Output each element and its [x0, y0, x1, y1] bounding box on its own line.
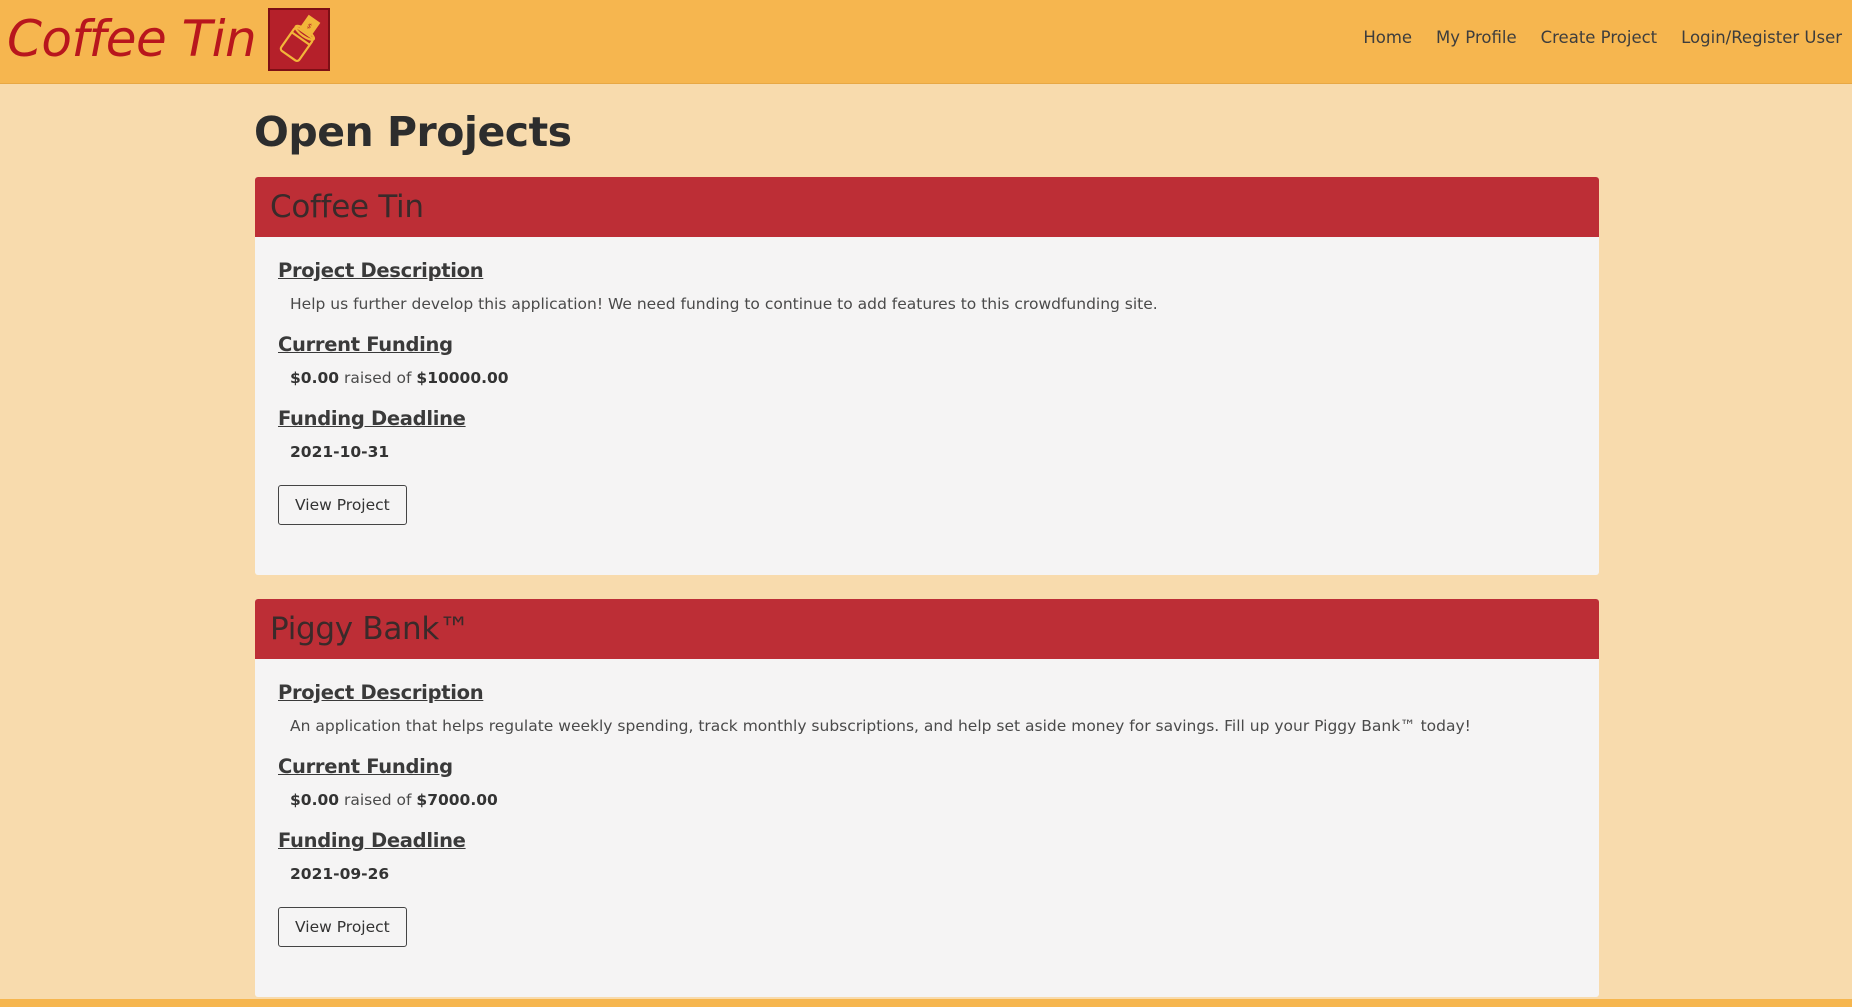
brand-link[interactable]: Coffee Tin $ — [7, 6, 331, 72]
project-title: Piggy Bank™ — [270, 611, 470, 647]
view-project-button[interactable]: View Project — [278, 485, 407, 525]
funding-raised-amount: $0.00 — [290, 369, 340, 387]
funding-goal-amount: $10000.00 — [416, 369, 509, 387]
funding-raised-of-text: raised of — [343, 369, 412, 387]
funding-deadline-date: 2021-09-26 — [290, 865, 390, 883]
funding-goal-amount: $7000.00 — [416, 791, 498, 809]
project-card-body: Project Description Help us further deve… — [255, 237, 1599, 547]
project-description-text: Help us further develop this application… — [290, 295, 1158, 313]
funding-deadline-date: 2021-10-31 — [290, 443, 390, 461]
page-title: Open Projects — [254, 108, 572, 156]
top-navbar: Coffee Tin $ Home My Profile Create Proj… — [0, 0, 1852, 84]
project-card-coffee-tin: Coffee Tin Project Description Help us f… — [255, 177, 1599, 575]
project-description-heading: Project Description — [278, 259, 484, 282]
funding-deadline-value: 2021-10-31 — [290, 443, 1576, 461]
nav-create-project-link[interactable]: Create Project — [1541, 28, 1658, 47]
current-funding-value: $0.00 raised of $7000.00 — [290, 791, 1576, 809]
view-project-button[interactable]: View Project — [278, 907, 407, 947]
funding-deadline-heading: Funding Deadline — [278, 407, 466, 430]
nav-home-link[interactable]: Home — [1363, 28, 1412, 47]
project-description-heading: Project Description — [278, 681, 484, 704]
project-card-header: Coffee Tin — [255, 177, 1599, 237]
nav-my-profile-link[interactable]: My Profile — [1436, 28, 1517, 47]
funding-raised-of-text: raised of — [343, 791, 412, 809]
project-description-text: An application that helps regulate weekl… — [290, 717, 1471, 735]
nav-login-register-link[interactable]: Login/Register User — [1681, 28, 1842, 47]
project-card-body: Project Description An application that … — [255, 659, 1599, 969]
funding-raised-amount: $0.00 — [290, 791, 340, 809]
project-card-header: Piggy Bank™ — [255, 599, 1599, 659]
current-funding-heading: Current Funding — [278, 333, 453, 356]
project-card-piggy-bank: Piggy Bank™ Project Description An appli… — [255, 599, 1599, 997]
coffee-tin-logo-icon: $ — [268, 7, 331, 71]
brand-name: Coffee Tin — [7, 10, 257, 68]
footer-bar — [0, 999, 1852, 1007]
nav-links: Home My Profile Create Project Login/Reg… — [1363, 28, 1842, 47]
current-funding-heading: Current Funding — [278, 755, 453, 778]
funding-deadline-value: 2021-09-26 — [290, 865, 1576, 883]
project-title: Coffee Tin — [270, 189, 424, 225]
funding-deadline-heading: Funding Deadline — [278, 829, 466, 852]
current-funding-value: $0.00 raised of $10000.00 — [290, 369, 1576, 387]
